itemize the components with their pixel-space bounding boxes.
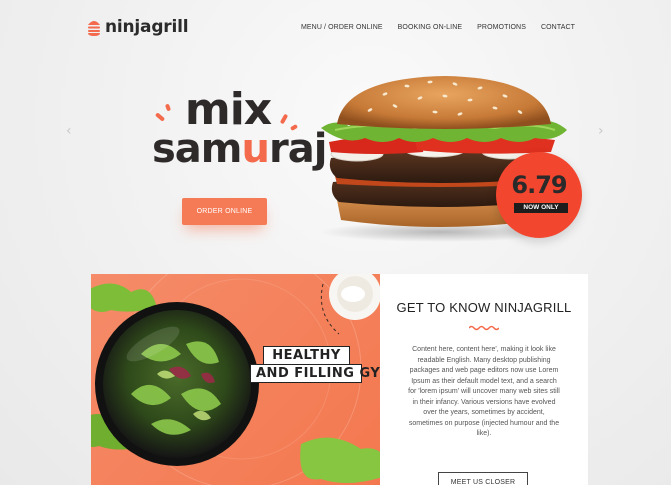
about-title: GET TO KNOW NINJAGRILL bbox=[396, 300, 572, 315]
meet-us-closer-button[interactable]: MEET US CLOSER bbox=[438, 472, 528, 485]
slider-prev-arrow-icon[interactable]: ‹ bbox=[66, 123, 72, 139]
hero-title-part-a: sam bbox=[152, 126, 242, 172]
main-nav: MENU / ORDER ONLINE BOOKING ON-LINE PROM… bbox=[301, 24, 575, 31]
promo-label: HEALTHY AND FILLING GYROS bbox=[250, 346, 412, 383]
nav-menu-order-online[interactable]: MENU / ORDER ONLINE bbox=[301, 24, 383, 31]
logo[interactable]: ninjagrill bbox=[87, 17, 189, 37]
hero-title-line1: mix bbox=[136, 88, 320, 132]
price-value: 6.79 bbox=[511, 171, 567, 199]
nav-promotions[interactable]: PROMOTIONS bbox=[477, 24, 526, 31]
about-card: GET TO KNOW NINJAGRILL Content here, con… bbox=[380, 274, 588, 485]
wavy-divider-icon bbox=[469, 325, 499, 331]
order-online-button[interactable]: ORDER ONLINE bbox=[182, 198, 267, 225]
nav-booking-online[interactable]: BOOKING ON-LINE bbox=[398, 24, 463, 31]
hero-title-line2: samuraj bbox=[152, 129, 327, 169]
nav-contact[interactable]: CONTACT bbox=[541, 24, 575, 31]
slider-next-arrow-icon[interactable]: › bbox=[598, 123, 604, 139]
price-badge: 6.79 NOW ONLY bbox=[496, 152, 582, 238]
logo-text: ninjagrill bbox=[105, 17, 189, 37]
price-note: NOW ONLY bbox=[514, 203, 568, 213]
promo-line-2: AND FILLING GYROS bbox=[250, 364, 412, 383]
promo-line-1: HEALTHY bbox=[263, 346, 350, 365]
burger-logo-icon bbox=[88, 21, 100, 36]
hero-title-part-accent: u bbox=[241, 126, 270, 172]
page: ninjagrill MENU / ORDER ONLINE BOOKING O… bbox=[0, 0, 671, 485]
hero-title: mix samuraj bbox=[152, 88, 327, 170]
about-body: Content here, content here', making it l… bbox=[408, 346, 560, 437]
